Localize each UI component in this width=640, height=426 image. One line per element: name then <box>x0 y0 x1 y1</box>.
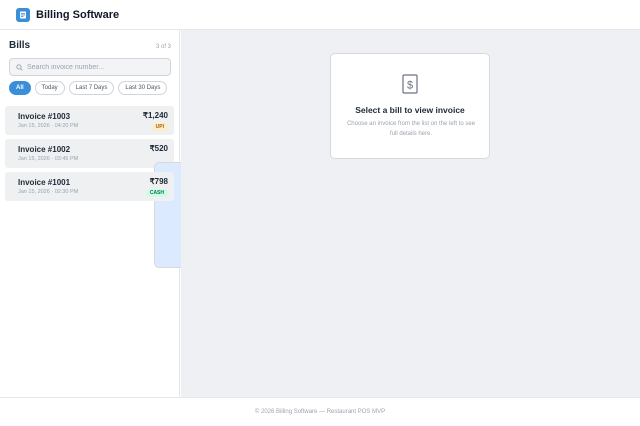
payment-method-badge: CASH <box>145 189 168 197</box>
bill-amount: ₹1,240 <box>142 111 168 120</box>
bill-datetime: Jan 15, 2026 · 04:20 PM <box>18 123 79 129</box>
app-title: Billing Software <box>36 8 120 21</box>
bills-count: 3 of 3 <box>155 44 171 50</box>
bill-item-1001[interactable]: Invoice #1001 Jan 15, 2026 · 02:30 PM ₹7… <box>5 172 174 201</box>
search-box[interactable] <box>9 58 171 76</box>
search-input[interactable] <box>27 63 157 71</box>
footer: © 2026 Billing Software — Restaurant POS… <box>0 397 640 426</box>
filter-today[interactable]: Today <box>34 81 65 95</box>
footer-text: © 2026 Billing Software — Restaurant POS… <box>254 409 386 415</box>
bills-sidebar: Bills 3 of 3 All Today Last 7 Days Last … <box>0 30 314 397</box>
payment-method-badge: UPI <box>151 123 168 131</box>
bill-item-1002[interactable]: Invoice #1002 Jan 15, 2026 · 03:45 PM ₹5… <box>5 139 314 268</box>
bill-datetime: Jan 15, 2026 · 02:30 PM <box>18 189 79 195</box>
bill-amount: ₹798 <box>149 177 168 186</box>
bill-number: Invoice #1001 <box>18 178 71 187</box>
invoice-panel: $ Select a bill to view invoice Choose a… <box>181 30 640 397</box>
empty-state-subtitle: Choose an invoice from the list on the l… <box>346 121 476 137</box>
filter-last-7-days[interactable]: Last 7 Days <box>68 81 115 95</box>
svg-text:$: $ <box>407 80 413 92</box>
bill-amount: ₹520 <box>149 144 168 153</box>
bills-list: Invoice #1003 Jan 15, 2026 · 04:20 PM ₹1… <box>5 106 314 268</box>
bill-number: Invoice #1003 <box>18 112 71 121</box>
invoice-document-icon: $ <box>402 74 418 94</box>
bill-number: Invoice #1002 <box>18 145 71 154</box>
search-icon <box>16 63 23 71</box>
bill-datetime: Jan 15, 2026 · 03:45 PM <box>18 156 79 162</box>
receipt-icon <box>16 7 30 22</box>
bill-item-1003[interactable]: Invoice #1003 Jan 15, 2026 · 04:20 PM ₹1… <box>5 106 174 135</box>
empty-state-title: Select a bill to view invoice <box>355 105 465 115</box>
filter-all[interactable]: All <box>9 81 31 95</box>
empty-state-card: $ Select a bill to view invoice Choose a… <box>330 53 490 159</box>
sidebar-header: Bills 3 of 3 <box>9 40 171 51</box>
top-bar: Billing Software <box>0 0 640 30</box>
date-filters: All Today Last 7 Days Last 30 Days <box>9 81 168 95</box>
filter-last-30-days[interactable]: Last 30 Days <box>118 81 168 95</box>
sidebar-title: Bills <box>9 40 31 51</box>
